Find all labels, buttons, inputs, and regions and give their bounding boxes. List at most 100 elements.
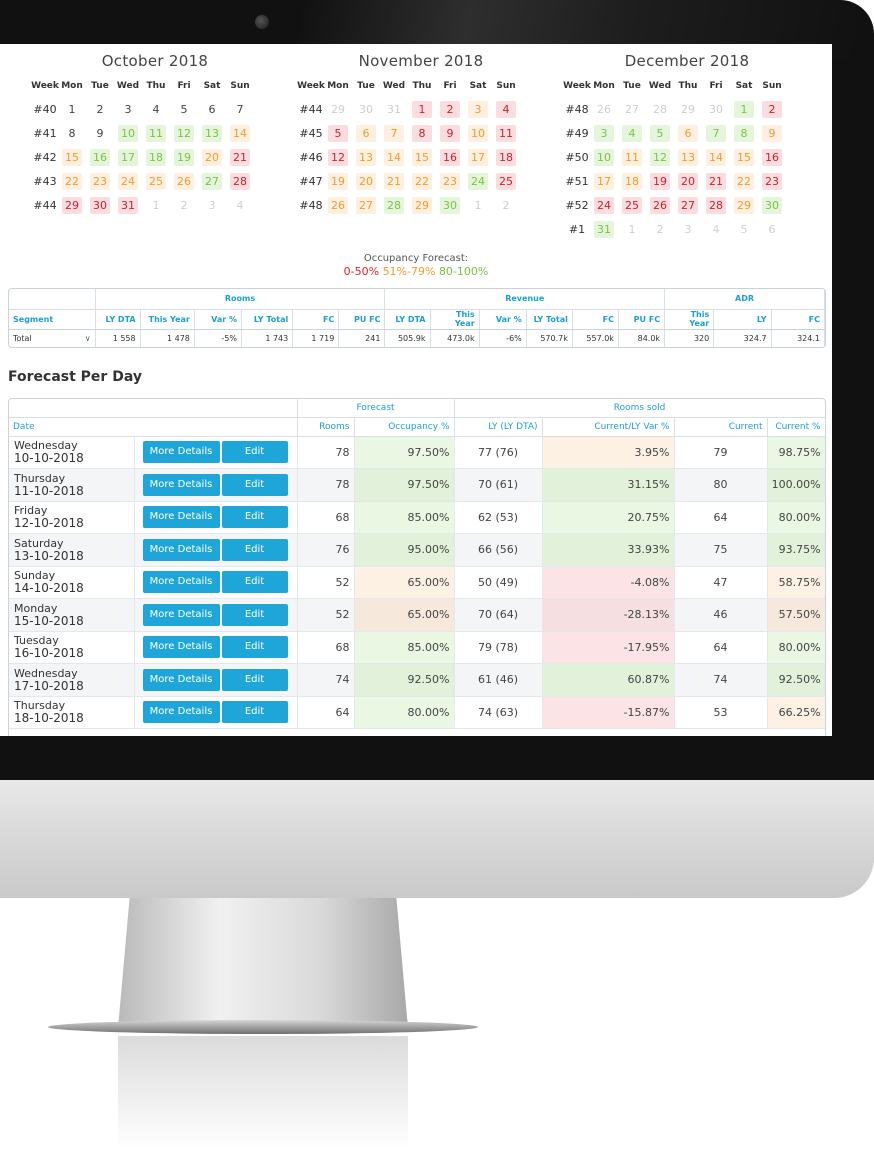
calendar-day[interactable]: 28 <box>384 197 404 214</box>
col-header[interactable]: Var % <box>479 309 527 330</box>
col-header[interactable]: Segment <box>9 309 96 330</box>
calendar-day[interactable]: 5 <box>650 125 670 142</box>
col-header[interactable]: FC <box>572 309 619 330</box>
calendar-day[interactable]: 14 <box>706 149 726 166</box>
calendar-day[interactable]: 19 <box>328 173 348 190</box>
col-header[interactable]: LY DTA <box>95 309 141 330</box>
calendar-day[interactable]: 11 <box>496 125 516 142</box>
calendar-day[interactable]: 6 <box>202 101 222 118</box>
col-header[interactable]: LY Total <box>241 309 294 330</box>
edit-button[interactable]: Edit <box>221 603 288 626</box>
calendar-day[interactable]: 27 <box>356 197 376 214</box>
edit-button[interactable]: Edit <box>221 701 288 724</box>
edit-button[interactable]: Edit <box>221 636 288 659</box>
calendar-day[interactable]: 4 <box>230 197 250 214</box>
calendar-day[interactable]: 14 <box>384 149 404 166</box>
calendar-day[interactable]: 30 <box>440 197 460 214</box>
col-header[interactable]: FC <box>292 309 340 330</box>
calendar-day[interactable]: 28 <box>230 173 250 190</box>
edit-button[interactable]: Edit <box>221 668 288 691</box>
calendar-day[interactable]: 29 <box>412 197 432 214</box>
calendar-day[interactable]: 2 <box>650 221 670 238</box>
calendar-day[interactable]: 31 <box>594 221 614 238</box>
calendar-day[interactable]: 25 <box>146 173 166 190</box>
calendar-day[interactable]: 10 <box>118 125 138 142</box>
edit-button[interactable]: Edit <box>221 538 288 561</box>
calendar-day[interactable]: 11 <box>146 125 166 142</box>
col-header[interactable]: Var % <box>194 309 243 330</box>
calendar-day[interactable]: 20 <box>202 149 222 166</box>
calendar-day[interactable]: 7 <box>706 125 726 142</box>
col-header[interactable]: FC <box>771 309 825 330</box>
col-header-var[interactable]: Current/LY Var % <box>542 417 675 437</box>
calendar-day[interactable]: 31 <box>118 197 138 214</box>
calendar-day[interactable]: 12 <box>174 125 194 142</box>
calendar-day[interactable]: 21 <box>706 173 726 190</box>
calendar-day[interactable]: 30 <box>762 197 782 214</box>
calendar-day[interactable]: 5 <box>174 101 194 118</box>
calendar-day[interactable]: 17 <box>594 173 614 190</box>
calendar-day[interactable]: 30 <box>90 197 110 214</box>
col-header-ly[interactable]: LY (LY DTA) <box>454 417 543 437</box>
calendar-day[interactable]: 26 <box>174 173 194 190</box>
calendar-day[interactable]: 3 <box>594 125 614 142</box>
more-details-button[interactable]: More Details <box>142 538 220 561</box>
calendar-day[interactable]: 2 <box>496 197 516 214</box>
calendar-day[interactable]: 27 <box>622 101 642 118</box>
calendar-day[interactable]: 5 <box>328 125 348 142</box>
calendar-day[interactable]: 1 <box>412 101 432 118</box>
calendar-day[interactable]: 24 <box>468 173 488 190</box>
calendar-day[interactable]: 1 <box>734 101 754 118</box>
calendar-day[interactable]: 19 <box>174 149 194 166</box>
calendar-day[interactable]: 15 <box>62 149 82 166</box>
calendar-day[interactable]: 24 <box>118 173 138 190</box>
calendar-day[interactable]: 10 <box>594 149 614 166</box>
calendar-day[interactable]: 15 <box>412 149 432 166</box>
calendar-day[interactable]: 1 <box>62 101 82 118</box>
col-header[interactable]: LY DTA <box>384 309 431 330</box>
col-header[interactable]: This Year <box>430 309 480 330</box>
calendar-day[interactable]: 21 <box>230 149 250 166</box>
calendar-day[interactable]: 16 <box>440 149 460 166</box>
calendar-day[interactable]: 1 <box>468 197 488 214</box>
calendar-day[interactable]: 6 <box>356 125 376 142</box>
calendar-day[interactable]: 29 <box>678 101 698 118</box>
col-header[interactable]: PU FC <box>618 309 666 330</box>
calendar-day[interactable]: 7 <box>230 101 250 118</box>
calendar-day[interactable]: 15 <box>734 149 754 166</box>
calendar-day[interactable]: 3 <box>202 197 222 214</box>
col-header-date[interactable]: Date <box>9 417 298 437</box>
calendar-day[interactable]: 13 <box>202 125 222 142</box>
calendar-day[interactable]: 1 <box>146 197 166 214</box>
calendar-day[interactable]: 28 <box>706 197 726 214</box>
col-header-current-pct[interactable]: Current % <box>767 417 825 437</box>
col-header[interactable]: LY Total <box>526 309 573 330</box>
more-details-button[interactable]: More Details <box>142 603 220 626</box>
calendar-day[interactable]: 3 <box>118 101 138 118</box>
more-details-button[interactable]: More Details <box>142 441 220 464</box>
calendar-day[interactable]: 18 <box>146 149 166 166</box>
calendar-day[interactable]: 18 <box>622 173 642 190</box>
col-header[interactable]: PU FC <box>338 309 386 330</box>
calendar-day[interactable]: 26 <box>594 101 614 118</box>
calendar-day[interactable]: 12 <box>650 149 670 166</box>
calendar-day[interactable]: 20 <box>678 173 698 190</box>
calendar-day[interactable]: 30 <box>356 101 376 118</box>
calendar-day[interactable]: 20 <box>356 173 376 190</box>
calendar-day[interactable]: 6 <box>762 221 782 238</box>
calendar-day[interactable]: 4 <box>146 101 166 118</box>
col-header-rooms[interactable]: Rooms <box>297 417 355 437</box>
calendar-day[interactable]: 2 <box>174 197 194 214</box>
more-details-button[interactable]: More Details <box>142 636 220 659</box>
calendar-day[interactable]: 19 <box>650 173 670 190</box>
calendar-day[interactable]: 16 <box>762 149 782 166</box>
calendar-day[interactable]: 11 <box>622 149 642 166</box>
calendar-day[interactable]: 26 <box>328 197 348 214</box>
calendar-day[interactable]: 10 <box>468 125 488 142</box>
segment-select[interactable]: Total ∨ <box>9 329 96 347</box>
calendar-day[interactable]: 14 <box>230 125 250 142</box>
calendar-day[interactable]: 24 <box>594 197 614 214</box>
more-details-button[interactable]: More Details <box>142 506 220 529</box>
calendar-day[interactable]: 25 <box>496 173 516 190</box>
calendar-day[interactable]: 8 <box>412 125 432 142</box>
